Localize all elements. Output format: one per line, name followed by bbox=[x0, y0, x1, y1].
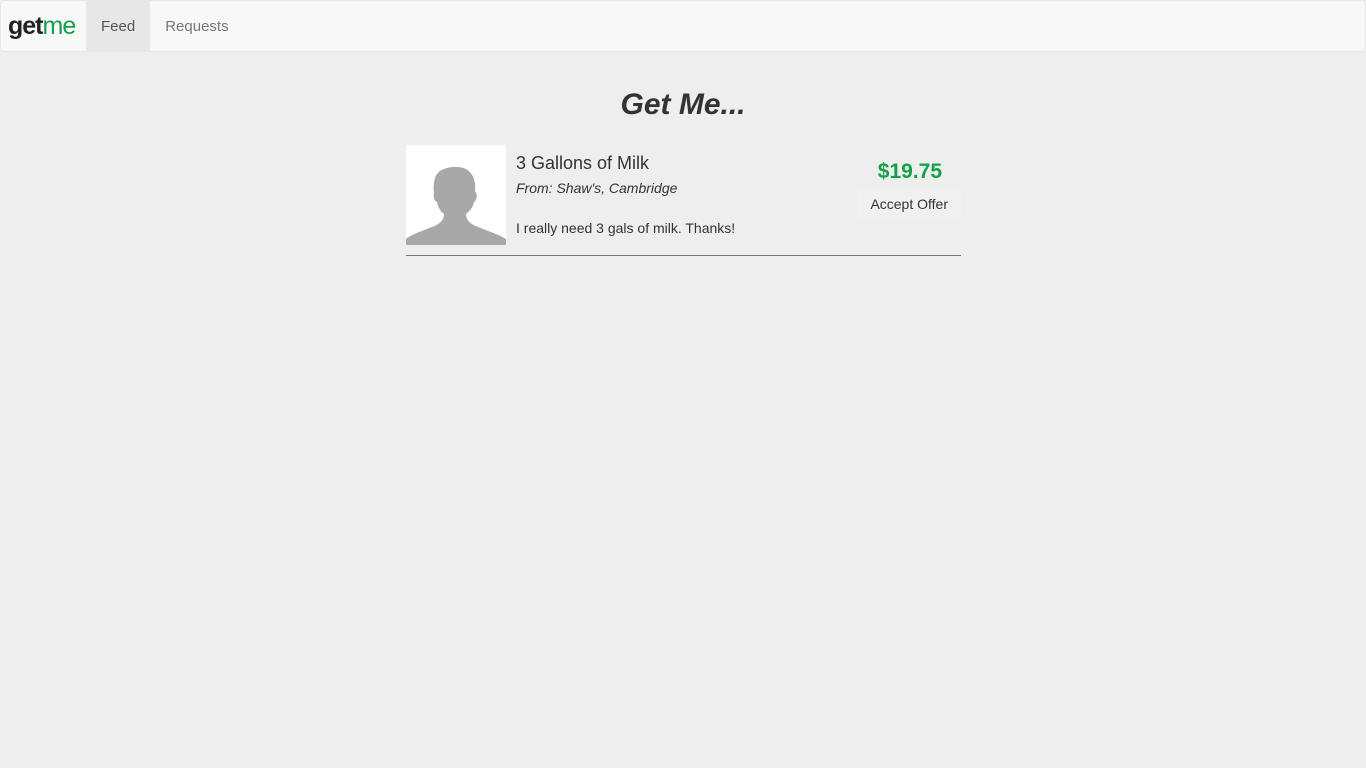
page-title: Get Me... bbox=[620, 88, 746, 121]
request-title: 3 Gallons of Milk bbox=[516, 153, 650, 173]
request-from: From: Shaw's, Cambridge bbox=[516, 180, 678, 196]
nav-item-requests[interactable]: Requests bbox=[150, 1, 243, 51]
nav-item-feed-label: Feed bbox=[101, 17, 136, 35]
brand-logo[interactable]: get me bbox=[1, 1, 86, 51]
request-description: I really need 3 gals of milk. Thanks! bbox=[516, 220, 736, 236]
nav-item-feed[interactable]: Feed bbox=[86, 1, 151, 51]
request-card: 3 Gallons of Milk From: Shaw's, Cambridg… bbox=[406, 145, 961, 256]
nav-item-requests-label: Requests bbox=[165, 17, 229, 35]
navbar: get me Feed Requests bbox=[0, 0, 1366, 52]
avatar bbox=[406, 145, 506, 245]
brand-get: get bbox=[8, 11, 43, 40]
user-silhouette-icon bbox=[406, 166, 506, 245]
request-price: $19.75 bbox=[877, 160, 942, 183]
accept-offer-button[interactable]: Accept Offer bbox=[857, 189, 961, 219]
brand-me: me bbox=[42, 11, 77, 40]
